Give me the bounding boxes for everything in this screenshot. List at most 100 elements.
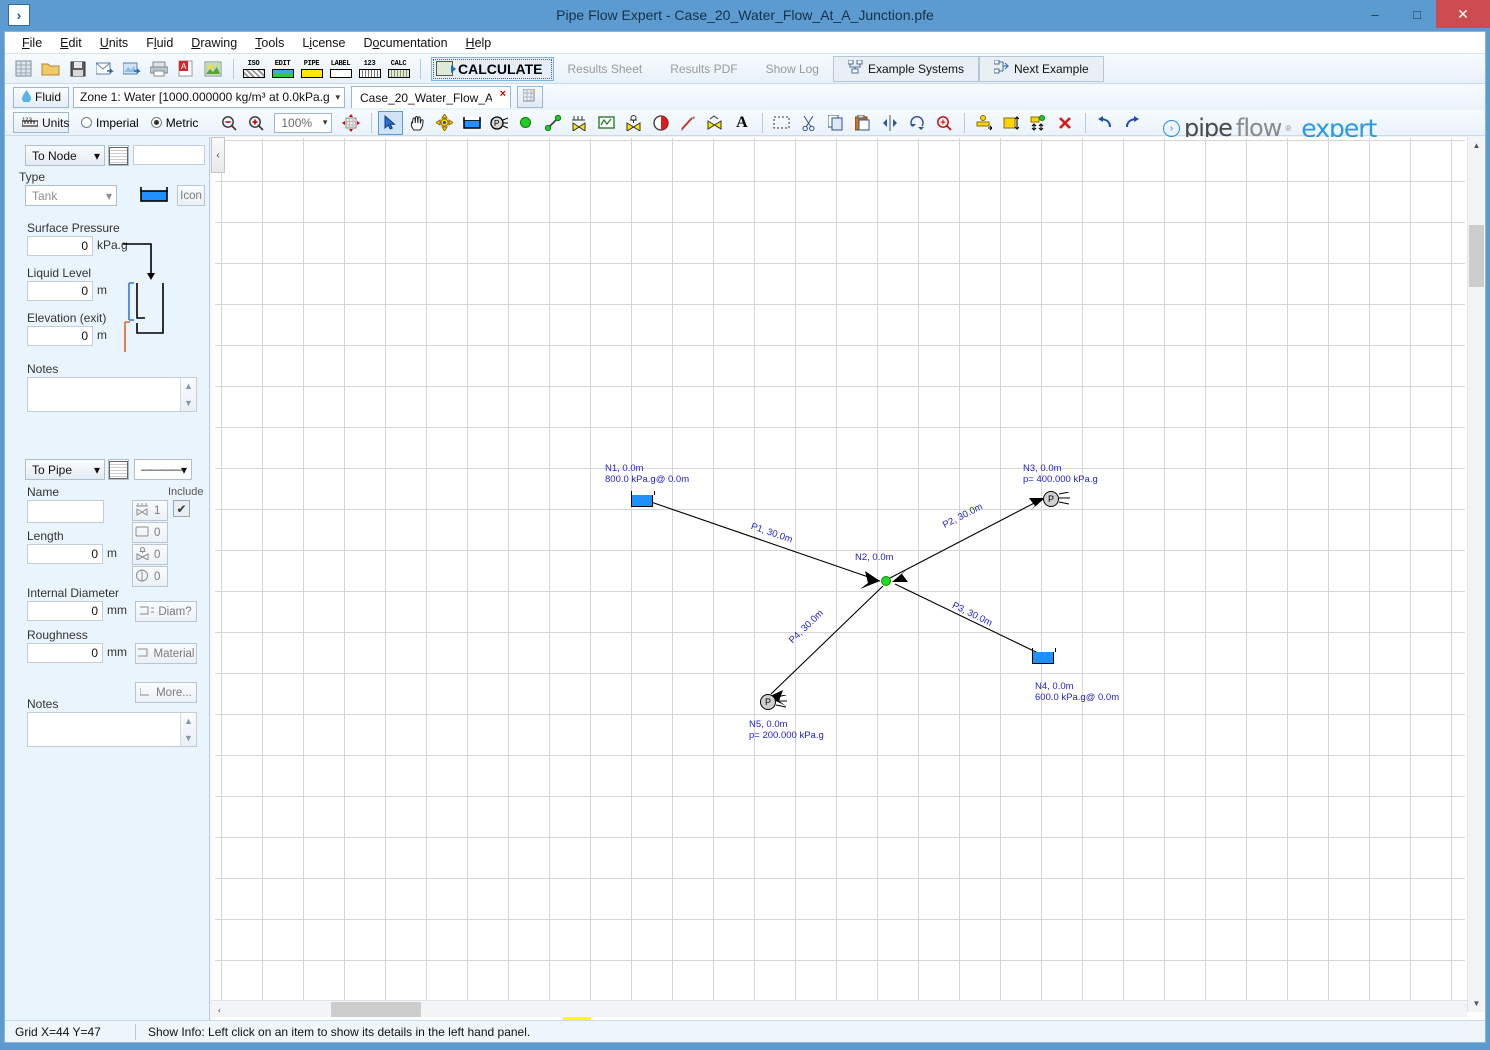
horizontal-scroll-thumb[interactable] <box>331 1002 421 1017</box>
pump-tool-icon[interactable] <box>648 111 673 135</box>
components-button[interactable]: 0 <box>132 522 168 543</box>
align-node-icon[interactable] <box>971 111 996 135</box>
node-notes-scrollbar[interactable]: ▲ ▼ <box>180 378 196 411</box>
menu-item-license[interactable]: License <box>293 34 354 52</box>
pencil-tool-icon[interactable] <box>675 111 700 135</box>
close-button[interactable]: ✕ <box>1436 0 1490 28</box>
iso-button[interactable]: ISO <box>240 56 267 81</box>
diam-button[interactable]: Diam? <box>135 601 197 622</box>
zoom-out-icon[interactable] <box>216 111 241 135</box>
units-button[interactable]: 123 Units <box>13 112 69 133</box>
node-n1-tank[interactable] <box>630 491 655 507</box>
picture-icon[interactable] <box>200 57 225 81</box>
marquee-select-icon[interactable] <box>769 111 794 135</box>
flow-tool-icon[interactable] <box>702 111 727 135</box>
metric-radio[interactable]: Metric <box>150 116 198 130</box>
zoom-level-select[interactable]: 100% ▾ <box>274 112 333 133</box>
pipe-notes-scrollbar[interactable]: ▲ ▼ <box>180 713 196 746</box>
panel-collapse-button[interactable]: ‹ <box>211 137 225 173</box>
drawing-canvas[interactable]: N1, 0.0m 800.0 kPa.g@ 0.0m N2, 0.0m N3, … <box>215 138 1465 1020</box>
pipe-button[interactable]: PIPE <box>298 56 325 81</box>
text-tool-icon[interactable]: A <box>729 111 754 135</box>
menu-item-file[interactable]: FFileile <box>13 34 51 52</box>
flip-horizontal-icon[interactable] <box>877 111 902 135</box>
roughness-input[interactable]: 0 <box>27 643 103 663</box>
pan-hand-icon[interactable] <box>405 111 430 135</box>
label-button[interactable]: LABEL <box>327 56 354 81</box>
close-tab-icon[interactable]: × <box>500 88 506 100</box>
menu-item-drawing[interactable]: Drawing <box>182 34 246 52</box>
next-example-button[interactable]: Next Example <box>979 55 1104 82</box>
pipe-tool-icon[interactable] <box>540 111 565 135</box>
move-icon[interactable] <box>432 111 457 135</box>
rotate-icon[interactable] <box>904 111 929 135</box>
fitting-tool-icon[interactable] <box>567 111 592 135</box>
select-arrow-icon[interactable] <box>378 110 404 135</box>
material-button[interactable]: Material <box>135 643 197 664</box>
pumps-button[interactable]: 0 <box>132 566 168 587</box>
vertical-scrollbar[interactable]: ▲ ▼ <box>1467 137 1484 1012</box>
delete-icon[interactable] <box>1052 111 1077 135</box>
show-log-button[interactable]: Show Log <box>752 56 833 82</box>
control-valve-tool-icon[interactable] <box>621 111 646 135</box>
fittings-button[interactable]: 1 <box>132 500 168 521</box>
save-icon[interactable] <box>65 57 90 81</box>
undo-icon[interactable] <box>1092 111 1117 135</box>
pipe-notes-textarea[interactable]: ▲ ▼ <box>27 712 197 747</box>
node-n2-junction[interactable] <box>881 576 891 586</box>
node-grid-select-button[interactable] <box>108 145 129 166</box>
more-button[interactable]: More... <box>135 682 197 703</box>
include-checkbox[interactable]: ✔ <box>173 500 190 517</box>
fluid-zone-select[interactable]: Zone 1: Water [1000.000000 kg/m³ at 0.0k… <box>73 86 345 108</box>
pdf-icon[interactable]: A <box>173 57 198 81</box>
node-n3-pressure[interactable]: P <box>1043 491 1059 507</box>
edit-button[interactable]: EDIT <box>269 56 296 81</box>
redo-icon[interactable] <box>1119 111 1144 135</box>
example-systems-button[interactable]: Example Systems <box>832 55 979 82</box>
menu-item-units[interactable]: Units <box>91 34 137 52</box>
maximize-button[interactable]: □ <box>1398 0 1436 28</box>
node-type-select[interactable]: Tank ▾ <box>25 185 117 206</box>
pressure-node-tool-icon[interactable]: P <box>486 111 511 135</box>
node-notes-textarea[interactable]: ▲ ▼ <box>27 377 197 412</box>
imperial-radio[interactable]: Imperial <box>81 116 139 130</box>
fluid-button[interactable]: Fluid <box>13 86 69 108</box>
new-document-tab-button[interactable] <box>517 86 543 108</box>
vertical-scroll-thumb[interactable] <box>1469 225 1484 287</box>
align-vertical-icon[interactable] <box>998 111 1023 135</box>
drawing-canvas-area[interactable]: N1, 0.0m 800.0 kPa.g@ 0.0m N2, 0.0m N3, … <box>211 137 1485 1032</box>
minimize-button[interactable]: – <box>1356 0 1394 28</box>
menu-item-tools[interactable]: Tools <box>246 34 293 52</box>
surface-pressure-input[interactable]: 0 <box>27 236 93 256</box>
pipe-grid-select-button[interactable] <box>108 459 129 480</box>
tank-tool-icon[interactable] <box>459 111 484 135</box>
component-tool-icon[interactable] <box>594 111 619 135</box>
zoom-region-icon[interactable] <box>931 111 956 135</box>
junction-node-tool-icon[interactable] <box>513 111 538 135</box>
internal-diameter-input[interactable]: 0 <box>27 601 103 621</box>
results-pdf-button[interactable]: Results PDF <box>656 56 751 82</box>
valves-button[interactable]: 0 <box>132 544 168 565</box>
zoom-in-icon[interactable] <box>243 111 268 135</box>
length-input[interactable]: 0 <box>27 544 103 564</box>
node-selector[interactable]: To Node ▾ <box>25 145 105 166</box>
scroll-up-button[interactable]: ▲ <box>1468 137 1485 154</box>
fit-to-grid-icon[interactable] <box>338 111 363 135</box>
new-icon[interactable] <box>11 57 36 81</box>
scroll-left-button[interactable]: ‹ <box>211 1001 228 1018</box>
calc-icon-button[interactable]: CALC <box>385 56 412 81</box>
icon-button[interactable]: Icon <box>177 185 205 206</box>
numbers-button[interactable]: 123 <box>356 56 383 81</box>
copy-icon[interactable] <box>823 111 848 135</box>
node-n4-tank[interactable] <box>1031 648 1056 664</box>
node-name-input[interactable] <box>133 145 205 165</box>
menu-item-help[interactable]: Help <box>457 34 501 52</box>
paste-icon[interactable] <box>850 111 875 135</box>
open-folder-icon[interactable] <box>38 57 63 81</box>
pipe-name-input[interactable] <box>27 500 104 523</box>
print-icon[interactable] <box>146 57 171 81</box>
results-sheet-button[interactable]: Results Sheet <box>554 56 657 82</box>
menu-item-fluid[interactable]: Fluid <box>137 34 182 52</box>
pipe-line-style-select[interactable]: ———— ▾ <box>134 459 192 480</box>
calculate-button[interactable]: CALCULATE <box>431 56 554 81</box>
